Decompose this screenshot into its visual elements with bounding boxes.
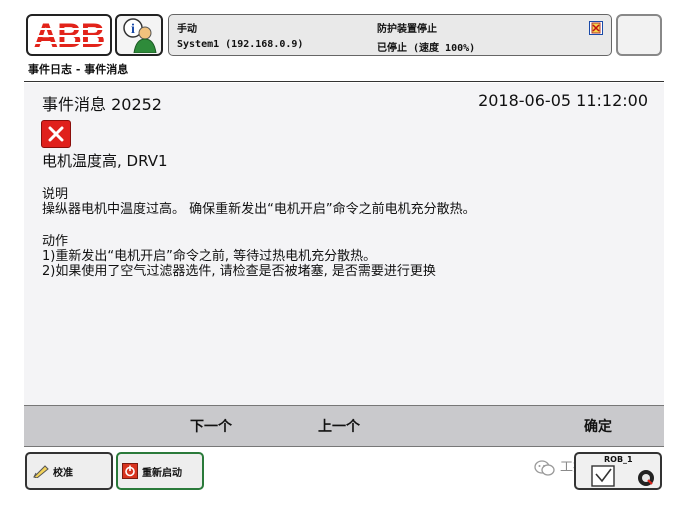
error-x-icon	[41, 120, 71, 148]
operating-mode: 手动	[177, 24, 197, 35]
calibrate-label: 校准	[53, 467, 73, 479]
message-title: 事件消息 20252	[42, 95, 162, 114]
message-timestamp: 2018-06-05 11:12:00	[478, 91, 648, 110]
taskbar: 校准 重新启动 工控大学堂 ROB_1	[24, 450, 664, 492]
message-headline: 电机温度高, DRV1	[42, 152, 168, 170]
wechat-icon	[534, 459, 555, 476]
restart-icon	[122, 463, 138, 479]
run-state: 已停止 (速度 100%)	[377, 43, 476, 54]
status-bar: ABB i 手动 System1 (192.168.0.9) 防护装置停止 已停…	[24, 12, 664, 58]
user-info-button[interactable]: i	[115, 14, 163, 56]
description-heading: 说明	[42, 187, 69, 202]
event-message-panel: 事件消息 20252 2018-06-05 11:12:00 电机温度高, DR…	[24, 83, 664, 405]
description-text: 操纵器电机中温度过高。 确保重新发出“电机开启”命令之前电机充分散热。	[42, 202, 476, 217]
action-item: 1)重新发出“电机开启”命令之前, 等待过热电机充分散热。	[42, 249, 377, 264]
restart-task-button[interactable]: 重新启动	[116, 452, 204, 490]
calibrate-task-button[interactable]: 校准	[25, 452, 113, 490]
close-button[interactable]	[616, 14, 662, 56]
restart-label: 重新启动	[142, 467, 182, 479]
previous-button[interactable]: 上一个	[318, 416, 360, 436]
action-item: 2)如果使用了空气过滤器选件, 请检查是否被堵塞, 是否需要进行更换	[42, 264, 436, 279]
safety-state: 防护装置停止	[377, 24, 437, 35]
status-panel[interactable]: 手动 System1 (192.168.0.9) 防护装置停止 已停止 (速度 …	[168, 14, 612, 56]
system-name: System1 (192.168.0.9)	[177, 39, 304, 50]
next-button[interactable]: 下一个	[190, 416, 232, 436]
ok-button[interactable]: 确定	[584, 416, 612, 436]
command-bar: 下一个 上一个 确定	[24, 405, 664, 447]
abb-menu-button[interactable]: ABB	[26, 14, 112, 56]
actions-heading: 动作	[42, 234, 69, 249]
breadcrumb: 事件日志 - 事件消息	[24, 62, 664, 82]
event-log-icon[interactable]	[589, 21, 603, 35]
svg-text:i: i	[131, 22, 135, 37]
abb-logo: ABB	[30, 19, 108, 51]
robot-jog-icon	[591, 465, 654, 487]
quickset-button[interactable]: ROB_1	[574, 452, 662, 490]
user-info-icon: i	[123, 18, 157, 53]
calibrate-icon	[33, 464, 49, 478]
